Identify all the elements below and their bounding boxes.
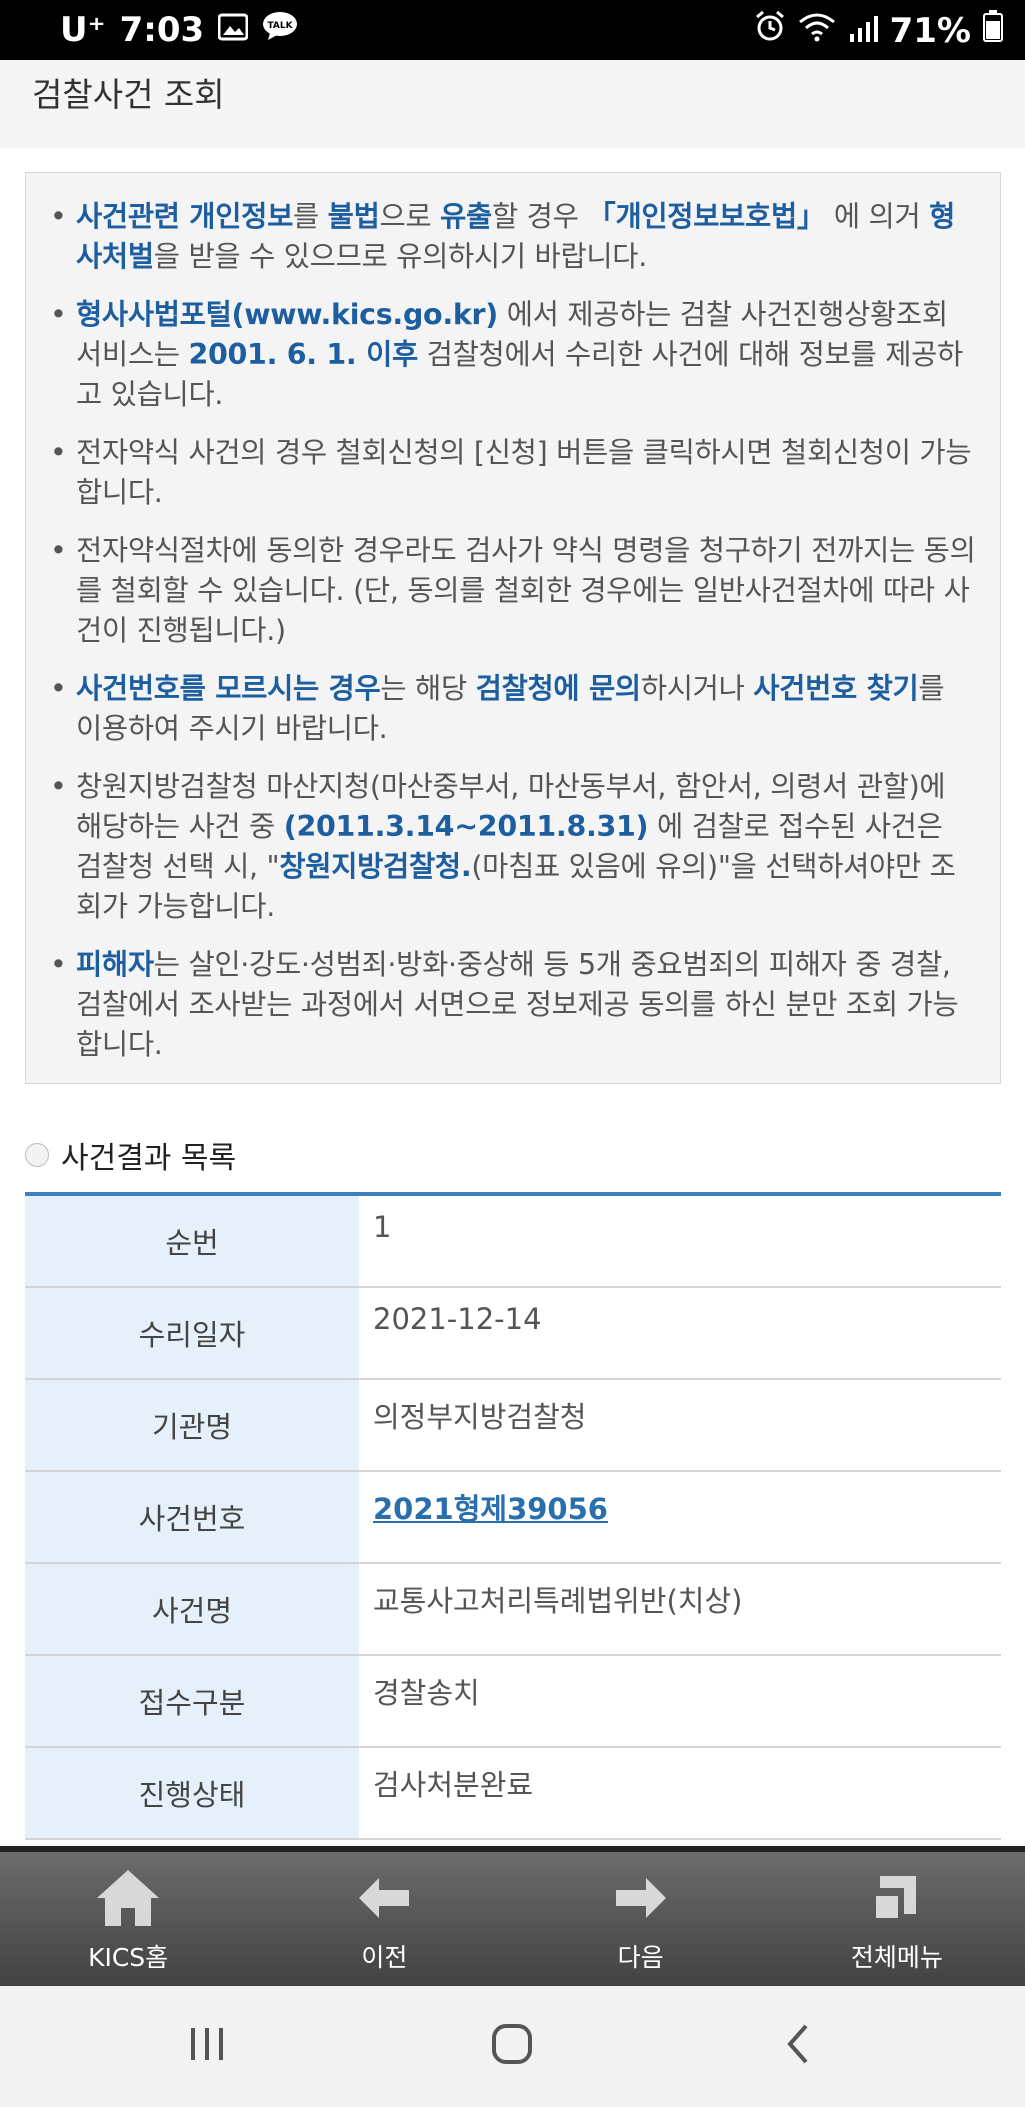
clock: 7:03 bbox=[119, 10, 205, 50]
table-row: 수리일자 2021-12-14 bbox=[25, 1288, 1001, 1380]
row-value: 2021-12-14 bbox=[373, 1302, 542, 1336]
row-label: 수리일자 bbox=[25, 1288, 359, 1378]
recent-apps-icon[interactable] bbox=[177, 2014, 237, 2074]
status-bar: U⁺ 7:03 TALK 71% bbox=[0, 0, 1025, 60]
notice-item: • 사건관련 개인정보를 불법으로 유출할 경우 「개인정보보호법」 에 의거 형… bbox=[50, 197, 976, 277]
table-row: 진행상태 검사처분완료 bbox=[25, 1748, 1001, 1840]
page-title: 검찰사건 조회 bbox=[32, 75, 225, 114]
battery-percent: 71% bbox=[889, 10, 971, 51]
bullet-icon: • bbox=[50, 298, 67, 331]
row-value: 교통사고처리특례법위반(치상) bbox=[373, 1584, 743, 1618]
results-section-title: 사건결과 목록 bbox=[25, 1133, 236, 1177]
bullet-icon: • bbox=[50, 770, 67, 803]
table-row: 사건명 교통사고처리특례법위반(치상) bbox=[25, 1564, 1001, 1656]
notice-highlight-text: 피해자 bbox=[76, 948, 154, 981]
notice-text: 를 bbox=[292, 200, 328, 233]
wifi-icon bbox=[798, 11, 836, 51]
notice-text: 전자약식 사건의 경우 철회신청의 [신청] 버튼을 클릭하시면 철회신청이 가… bbox=[76, 436, 972, 509]
notice-highlight-text: 사건번호를 모르시는 경우 bbox=[76, 672, 381, 705]
notice-highlight-text: 사건번호 찾기 bbox=[753, 672, 919, 705]
battery-icon bbox=[983, 10, 1003, 51]
row-label: 접수구분 bbox=[25, 1656, 359, 1746]
bullet-icon: • bbox=[50, 672, 67, 705]
row-label: 사건명 bbox=[25, 1564, 359, 1654]
nav-label-menu: 전체메뉴 bbox=[850, 1943, 943, 1972]
notice-highlight-text: 검찰청에 문의 bbox=[475, 672, 641, 705]
page-header: 검찰사건 조회 bbox=[0, 60, 1025, 148]
notice-item: • 전자약식절차에 동의한 경우라도 검사가 약식 명령을 청구하기 전까지는 동… bbox=[50, 531, 976, 651]
svg-text:TALK: TALK bbox=[268, 21, 294, 31]
notice-text: 는 살인·강도·성범죄·방화·중상해 등 5개 중요범죄의 피해자 중 경찰, … bbox=[76, 948, 959, 1061]
notice-highlight-text: 형사사법포털(www.kics.go.kr) bbox=[76, 298, 498, 331]
notice-item: • 피해자는 살인·강도·성범죄·방화·중상해 등 5개 중요범죄의 피해자 중 … bbox=[50, 945, 976, 1065]
nav-label-prev: 이전 bbox=[361, 1943, 408, 1972]
status-left: U⁺ 7:03 TALK bbox=[60, 10, 298, 50]
table-row: 사건번호 2021형제39056 bbox=[25, 1472, 1001, 1564]
notice-highlight-text: 「개인정보보호법」 bbox=[587, 200, 826, 233]
home-icon bbox=[93, 1866, 163, 1930]
bullet-icon: • bbox=[50, 200, 67, 233]
bottom-nav: KICS홈 이전 다음 전체메뉴 bbox=[0, 1846, 1025, 1992]
notice-item: • 전자약식 사건의 경우 철회신청의 [신청] 버튼을 클릭하시면 철회신청이 … bbox=[50, 433, 976, 513]
arrow-left-icon bbox=[349, 1866, 419, 1930]
notice-highlight-text: 사건관련 개인정보 bbox=[76, 200, 293, 233]
row-label: 사건번호 bbox=[25, 1472, 359, 1562]
signal-icon bbox=[848, 11, 878, 51]
status-right: 71% bbox=[754, 10, 1003, 51]
notice-text: 으로 bbox=[379, 200, 441, 233]
notice-text: 전자약식절차에 동의한 경우라도 검사가 약식 명령을 청구하기 전까지는 동의… bbox=[76, 534, 976, 647]
bullet-icon: • bbox=[50, 534, 67, 567]
notice-highlight-text: (2011.3.14~2011.8.31) bbox=[283, 810, 649, 843]
bullet-circle-icon bbox=[25, 1143, 49, 1167]
notice-highlight-text: 유출 bbox=[440, 200, 492, 233]
row-label: 진행상태 bbox=[25, 1748, 359, 1838]
row-value: 의정부지방검찰청 bbox=[373, 1400, 587, 1434]
notice-item: • 창원지방검찰청 마산지청(마산중부서, 마산동부서, 함안서, 의령서 관할)… bbox=[50, 767, 976, 927]
nav-kics-home-button[interactable]: KICS홈 bbox=[0, 1852, 256, 1992]
notice-text: 할 경우 bbox=[491, 200, 588, 233]
nav-label-home: KICS홈 bbox=[88, 1943, 169, 1972]
alarm-icon bbox=[754, 10, 786, 51]
notice-highlight-text: 창원지방검찰청. bbox=[279, 850, 472, 883]
carrier-label: U⁺ bbox=[60, 10, 106, 50]
notice-list: • 사건관련 개인정보를 불법으로 유출할 경우 「개인정보보호법」 에 의거 형… bbox=[50, 197, 976, 1065]
nav-next-button[interactable]: 다음 bbox=[513, 1852, 769, 1992]
nav-all-menu-button[interactable]: 전체메뉴 bbox=[769, 1852, 1025, 1992]
bullet-icon: • bbox=[50, 436, 67, 469]
notice-box: • 사건관련 개인정보를 불법으로 유출할 경우 「개인정보보호법」 에 의거 형… bbox=[25, 172, 1001, 1084]
notice-text: 하시거나 bbox=[640, 672, 754, 705]
home-circle-icon[interactable] bbox=[482, 2014, 542, 2074]
row-value: 검사처분완료 bbox=[373, 1768, 534, 1802]
notice-text: 을 받을 수 있으므로 유의하시기 바랍니다. bbox=[153, 240, 648, 273]
android-nav-bar bbox=[0, 1986, 1025, 2107]
case-number-link[interactable]: 2021형제39056 bbox=[359, 1472, 1001, 1562]
notice-highlight-text: 불법 bbox=[327, 200, 380, 233]
notice-item: • 형사사법포털(www.kics.go.kr) 에서 제공하는 검찰 사건진행상… bbox=[50, 295, 976, 415]
nav-prev-button[interactable]: 이전 bbox=[256, 1852, 512, 1992]
notice-item: • 사건번호를 모르시는 경우는 해당 검찰청에 문의하시거나 사건번호 찾기를 … bbox=[50, 669, 976, 749]
row-value: 경찰송치 bbox=[373, 1676, 480, 1710]
row-label: 기관명 bbox=[25, 1380, 359, 1470]
image-icon bbox=[217, 10, 249, 50]
results-title: 사건결과 목록 bbox=[61, 1141, 237, 1176]
row-label: 순번 bbox=[25, 1196, 359, 1286]
notice-text: 에 의거 bbox=[825, 200, 930, 233]
talk-icon: TALK bbox=[262, 10, 298, 50]
notice-text: 는 해당 bbox=[380, 672, 476, 705]
arrow-right-icon bbox=[606, 1866, 676, 1930]
table-row: 순번 1 bbox=[25, 1196, 1001, 1288]
row-value: 1 bbox=[373, 1210, 392, 1244]
nav-label-next: 다음 bbox=[617, 1943, 664, 1972]
menu-icon bbox=[862, 1866, 932, 1930]
table-row: 기관명 의정부지방검찰청 bbox=[25, 1380, 1001, 1472]
back-icon[interactable] bbox=[770, 2014, 830, 2074]
results-table: 순번 1 수리일자 2021-12-14 기관명 의정부지방검찰청사건번호 2021형제39… bbox=[25, 1192, 1001, 1840]
table-row: 접수구분 경찰송치 bbox=[25, 1656, 1001, 1748]
notice-highlight-text: 2001. 6. 1. 이후 bbox=[188, 338, 418, 371]
bullet-icon: • bbox=[50, 948, 67, 981]
